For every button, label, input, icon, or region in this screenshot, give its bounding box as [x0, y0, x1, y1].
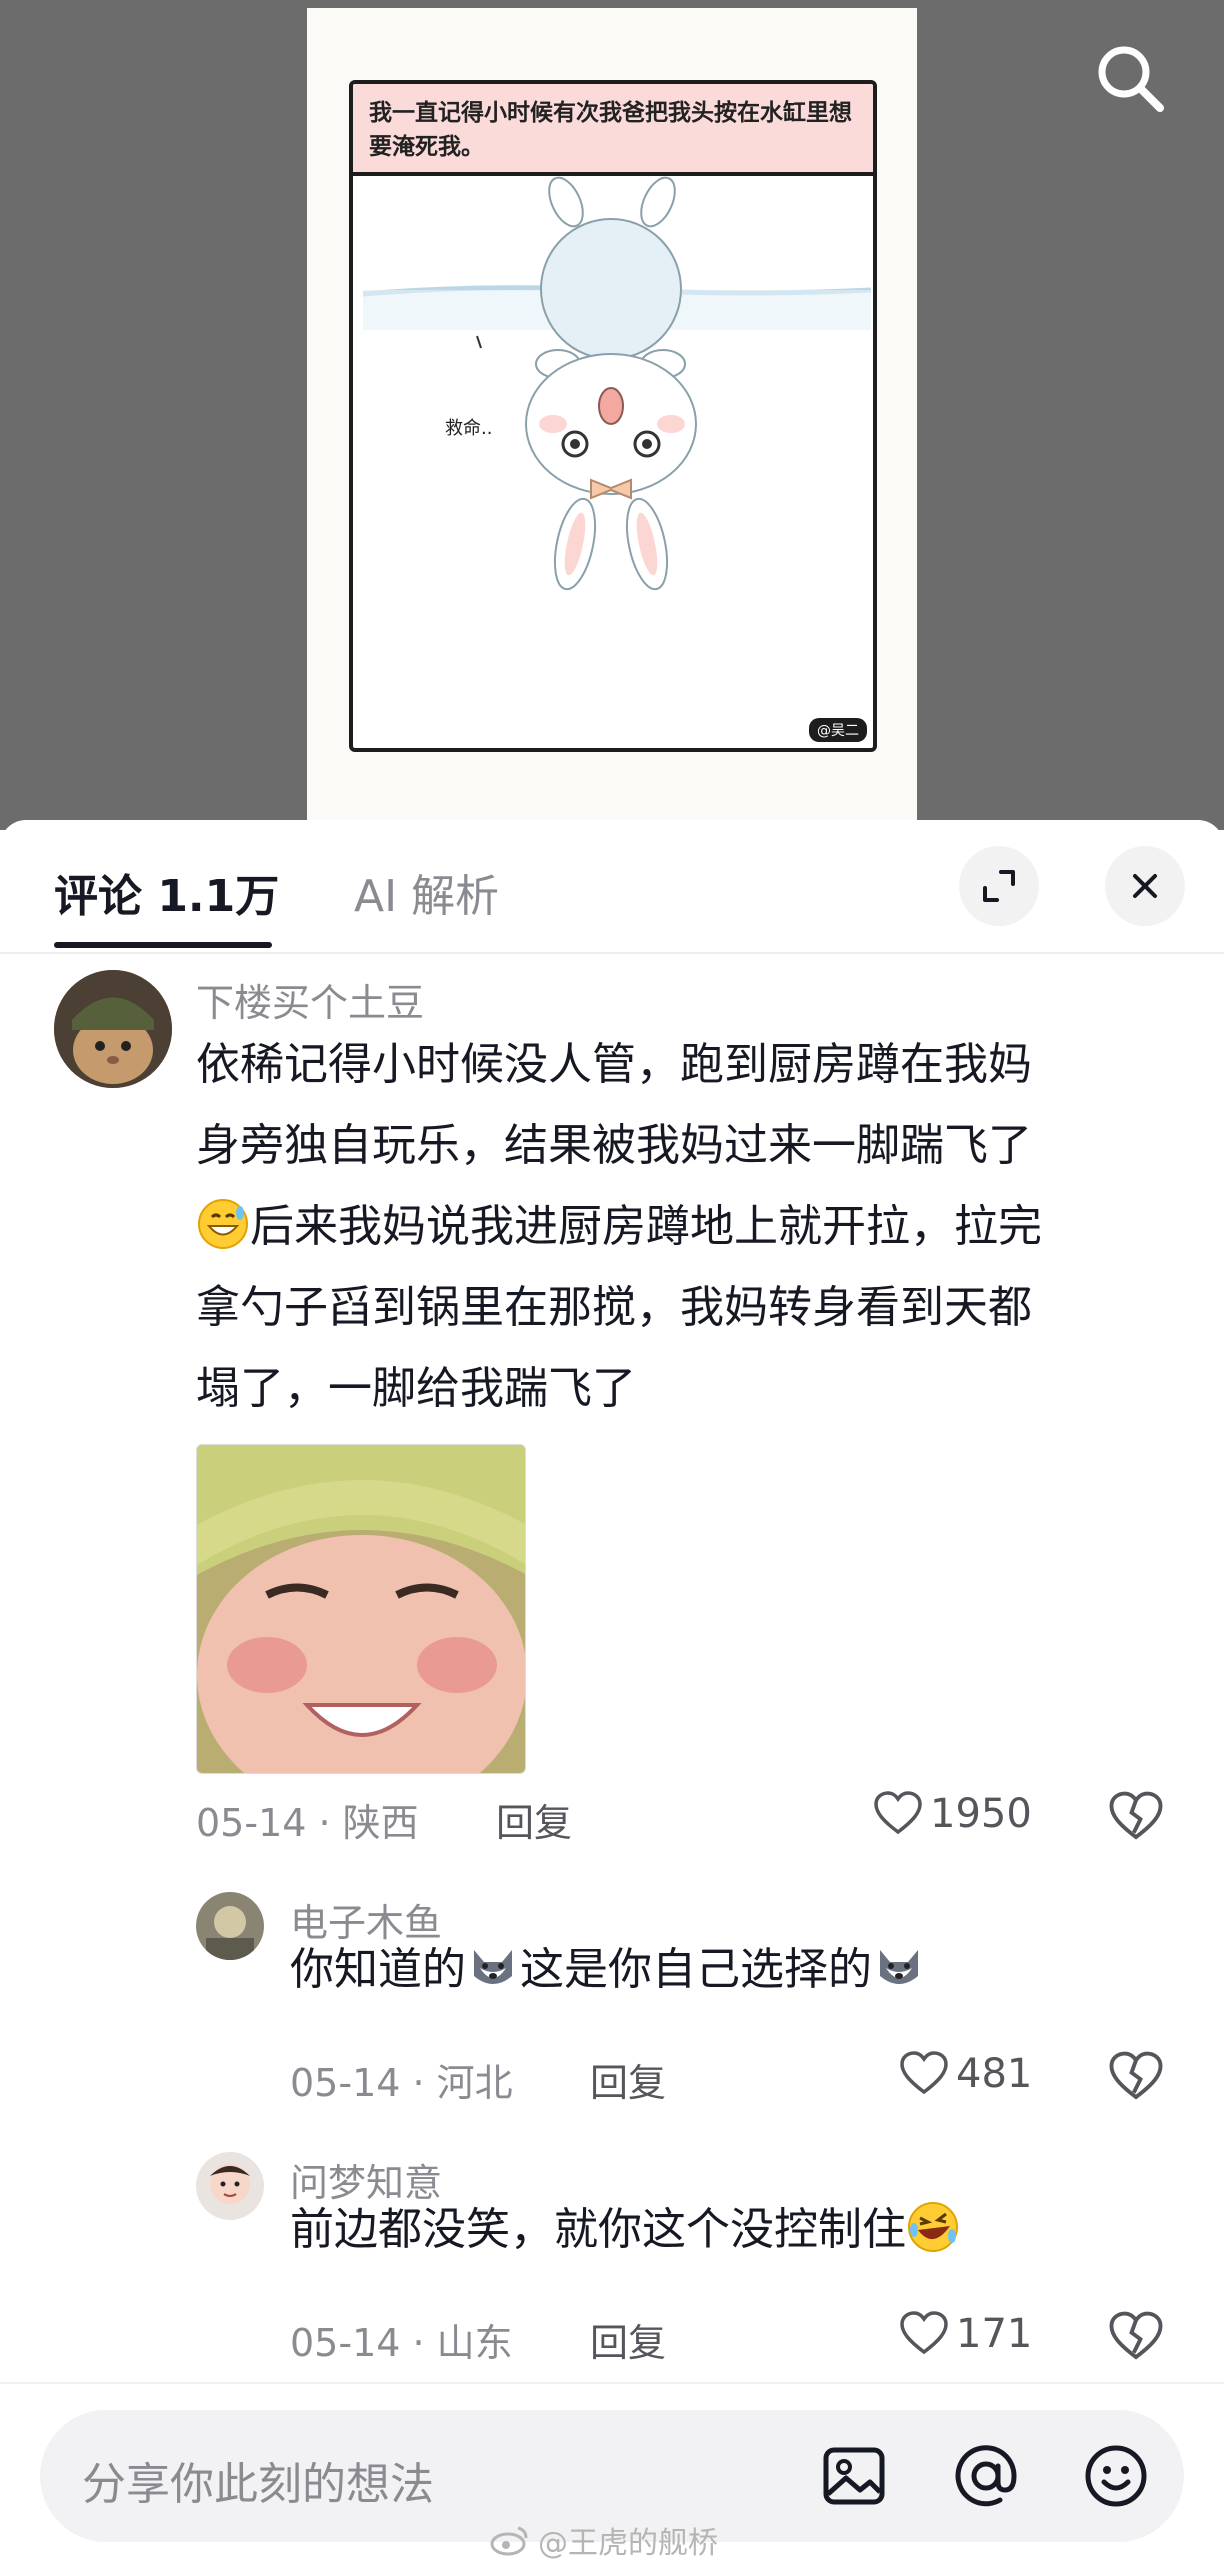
image-icon[interactable]: [818, 2440, 890, 2512]
avatar[interactable]: [196, 2152, 264, 2220]
rofl-emoji-icon: [908, 2202, 958, 2252]
emoji-icon[interactable]: [1080, 2440, 1152, 2512]
avatar-image: [196, 2152, 264, 2220]
bunny-illustration: [362, 176, 872, 591]
divider: [0, 2382, 1224, 2384]
heart-icon: [900, 2051, 948, 2095]
comment-text: 前边都没笑，就你这个没控制住: [290, 2200, 1190, 2260]
reply-button[interactable]: 回复: [496, 1792, 572, 1847]
husky-emoji-icon: [474, 1950, 512, 1984]
comment-text: 依稀记得小时候没人管，跑到厨房蹲在我妈 身旁独自玩乐，结果被我妈过来一脚踹飞了 …: [196, 1039, 1042, 1414]
like-button[interactable]: 1950: [872, 1788, 1032, 1840]
heart-icon: [900, 2311, 948, 2355]
comment-date-location: 05-14 · 山东: [290, 2321, 513, 2365]
broken-heart-icon[interactable]: [1107, 2048, 1165, 2106]
comment-tabs: 评论 1.1万 AI 解析: [0, 820, 1224, 954]
comic-speech: 救命..: [445, 418, 493, 439]
broken-heart-icon[interactable]: [1107, 2308, 1165, 2366]
avatar-hamster-image: [54, 970, 172, 1088]
close-button[interactable]: [1105, 846, 1185, 926]
comment-text: 你知道的 这是你自己选择的: [290, 1940, 1190, 2000]
tab-ai-analysis[interactable]: AI 解析: [354, 860, 499, 924]
like-count: 171: [956, 2311, 1033, 2357]
avatar-image: [196, 1892, 264, 1960]
comment-item: 下楼买个土豆 依稀记得小时候没人管，跑到厨房蹲在我妈 身旁独自玩乐，结果被我妈过…: [0, 970, 1224, 1690]
reply-button[interactable]: 回复: [590, 2052, 666, 2107]
comment-author[interactable]: 电子木鱼: [290, 1892, 442, 1947]
grin-sweat-emoji-icon: [198, 1199, 248, 1249]
expand-icon: [983, 870, 1015, 902]
weibo-logo-icon: [490, 2526, 528, 2556]
mention-icon[interactable]: [950, 2440, 1022, 2512]
active-tab-indicator: [54, 942, 272, 948]
comment-photo[interactable]: [196, 1444, 526, 1774]
comic-panel: 我一直记得小时候有次我爸把我头按在水缸里想要淹死我。 救命.. @吴二: [349, 80, 877, 752]
comment-author[interactable]: 下楼买个土豆: [196, 972, 424, 1027]
close-icon: [1133, 874, 1157, 898]
avatar[interactable]: [196, 1892, 264, 1960]
comic-signature: @吴二: [809, 718, 867, 742]
smiling-child-image: [197, 1445, 525, 1773]
comment-sheet: 评论 1.1万 AI 解析 下楼买个土豆 依稀记得小时候没人管，跑到厨房蹲在我妈…: [0, 820, 1224, 2569]
comic-image[interactable]: 我一直记得小时候有次我爸把我头按在水缸里想要淹死我。 救命.. @吴二: [307, 8, 917, 830]
comment-author[interactable]: 问梦知意: [290, 2152, 442, 2207]
tab-comments[interactable]: 评论 1.1万: [54, 860, 279, 924]
like-button[interactable]: 481: [898, 2048, 1032, 2100]
search-icon[interactable]: [1090, 38, 1170, 118]
watermark: @王虎的舰桥: [490, 2518, 718, 2562]
broken-heart-icon[interactable]: [1107, 1788, 1165, 1846]
expand-button[interactable]: [959, 846, 1039, 926]
comment-date-location: 05-14 · 陕西: [196, 1801, 419, 1845]
husky-emoji-icon: [880, 1950, 918, 1984]
heart-icon: [874, 1791, 922, 1835]
like-button[interactable]: 171: [898, 2308, 1032, 2360]
comment-input-placeholder[interactable]: 分享你此刻的想法: [82, 2448, 434, 2512]
comment-date-location: 05-14 · 河北: [290, 2061, 513, 2105]
avatar[interactable]: [54, 970, 172, 1088]
like-count: 481: [956, 2051, 1033, 2097]
reply-button[interactable]: 回复: [590, 2312, 666, 2367]
like-count: 1950: [930, 1791, 1032, 1837]
